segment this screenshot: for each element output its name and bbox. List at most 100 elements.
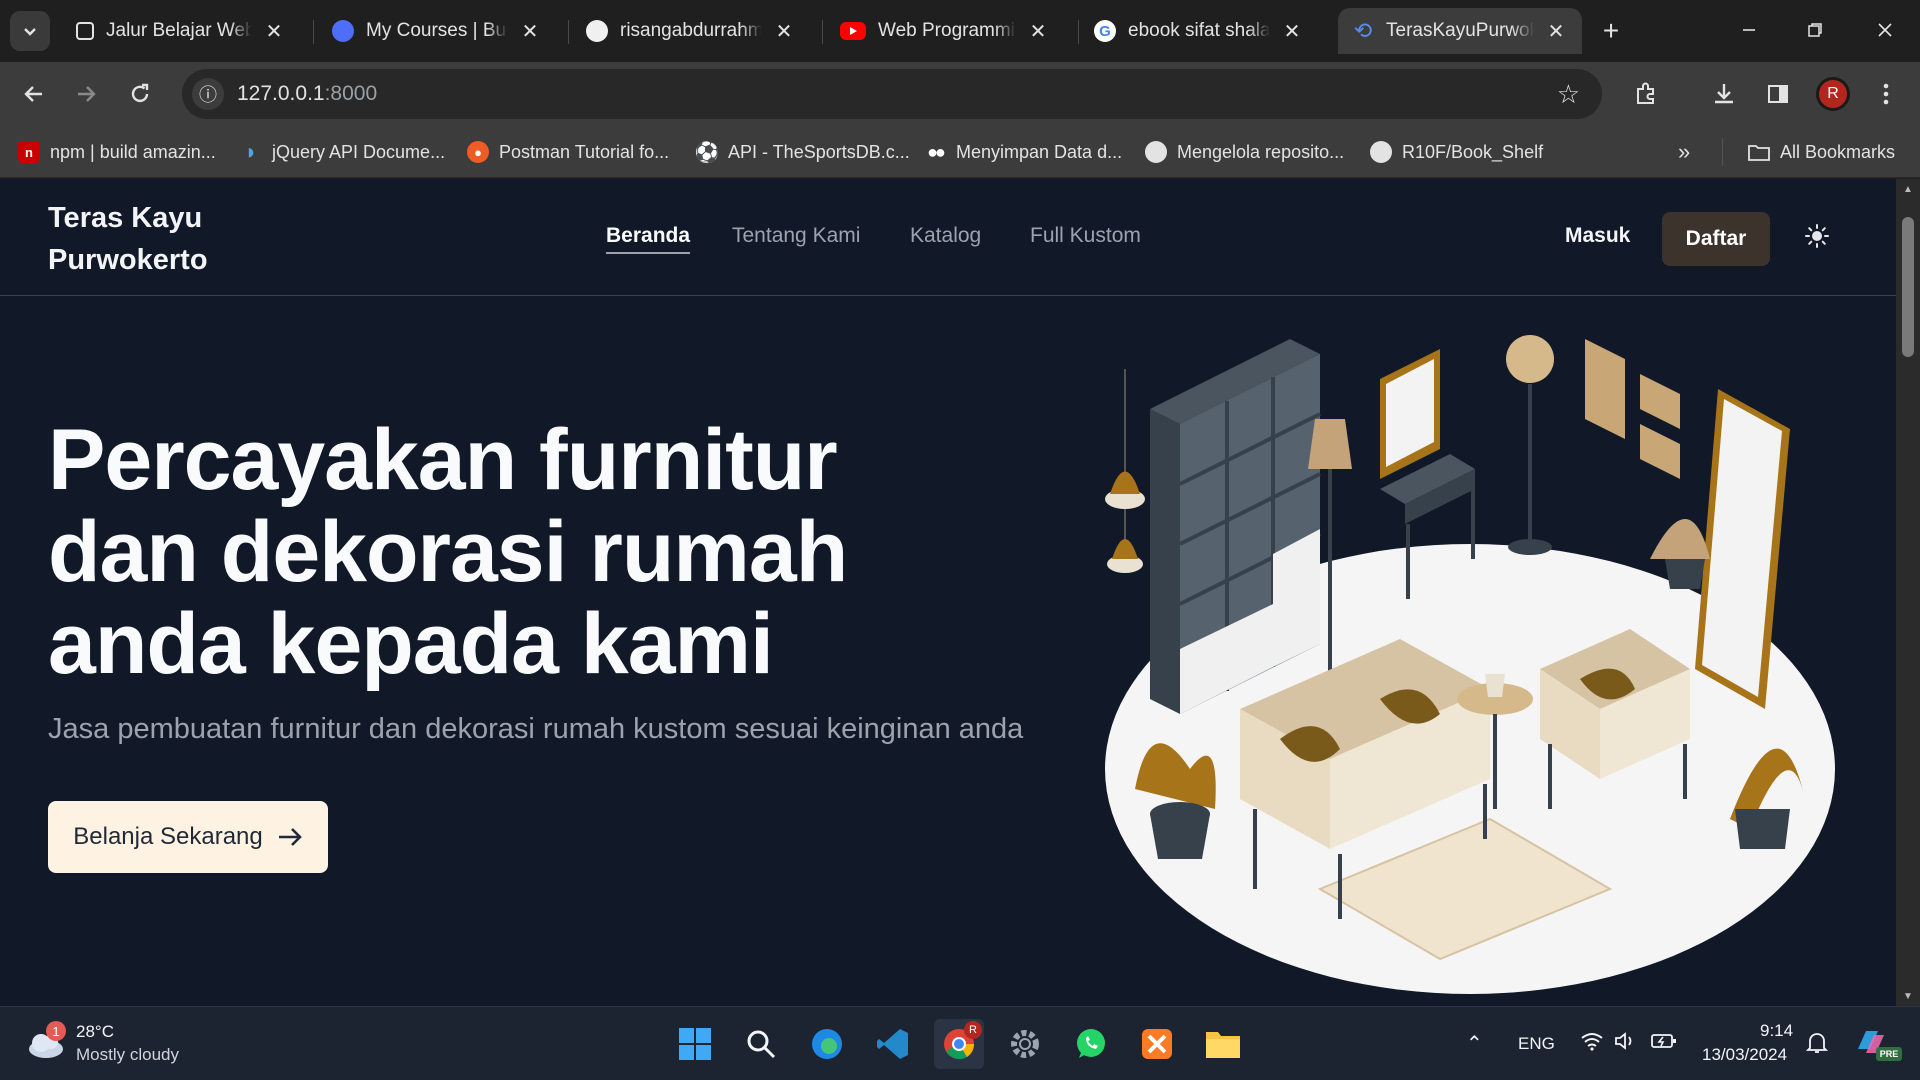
site-info-icon[interactable]: ⓘ bbox=[192, 78, 224, 110]
scroll-up-icon[interactable]: ▲ bbox=[1902, 183, 1914, 195]
npm-icon: n bbox=[18, 141, 40, 163]
medium-icon: ●● bbox=[927, 141, 946, 162]
url-text[interactable]: 127.0.0.1:8000 bbox=[237, 82, 377, 106]
tab-jalur-belajar[interactable]: Jalur Belajar Web Ver ✕ bbox=[62, 8, 300, 54]
living-room-illustration bbox=[1105, 335, 1835, 994]
bookmark-label: npm | build amazin... bbox=[50, 141, 216, 162]
settings-gear-icon[interactable] bbox=[1000, 1019, 1050, 1069]
close-icon[interactable]: ✕ bbox=[1280, 19, 1304, 43]
forward-arrow-icon[interactable] bbox=[66, 74, 106, 114]
weather-temperature[interactable]: 28°C bbox=[76, 1022, 114, 1042]
bookmark-label: Postman Tutorial fo... bbox=[499, 141, 670, 162]
battery-charging-icon[interactable] bbox=[1650, 1031, 1678, 1051]
windows-start-icon[interactable] bbox=[670, 1019, 720, 1069]
site-logo[interactable]: Teras Kayu Purwokerto bbox=[48, 197, 248, 281]
tray-overflow-chevron-up-icon[interactable]: ⌃ bbox=[1466, 1031, 1483, 1056]
bookmark-sportsdb[interactable]: ⚽ API - TheSportsDB.c... bbox=[694, 138, 910, 166]
shop-now-button[interactable]: Belanja Sekarang bbox=[48, 801, 328, 873]
edge-browser-icon[interactable] bbox=[802, 1019, 852, 1069]
soccer-ball-icon: ⚽ bbox=[694, 141, 720, 164]
copilot-preview-badge: PRE bbox=[1876, 1047, 1902, 1061]
tab-separator bbox=[568, 20, 569, 44]
close-icon[interactable]: ✕ bbox=[1544, 19, 1568, 43]
github-icon bbox=[586, 20, 608, 42]
tab-title: Web Programming bbox=[878, 20, 1016, 41]
nav-link-katalog[interactable]: Katalog bbox=[910, 224, 981, 248]
file-explorer-folder-icon[interactable] bbox=[1198, 1019, 1248, 1069]
page-scrollbar[interactable]: ▲ ▼ bbox=[1896, 179, 1920, 1006]
scrollbar-thumb[interactable] bbox=[1902, 217, 1914, 357]
volume-icon[interactable] bbox=[1614, 1031, 1638, 1051]
windows-taskbar: 1 28°C Mostly cloudy R ⌃ ENG 9:14 13/03/… bbox=[0, 1006, 1920, 1080]
bookmark-label: jQuery API Docume... bbox=[272, 141, 446, 162]
bookmark-label: API - TheSportsDB.c... bbox=[728, 141, 910, 162]
restore-icon[interactable] bbox=[1790, 10, 1840, 50]
new-tab-icon[interactable]: + bbox=[1596, 15, 1626, 46]
notification-bell-icon[interactable] bbox=[1806, 1031, 1828, 1055]
nav-link-tentang-kami[interactable]: Tentang Kami bbox=[732, 224, 860, 248]
vscode-icon[interactable] bbox=[868, 1019, 918, 1069]
tab-my-courses[interactable]: My Courses | Build ✕ bbox=[318, 8, 556, 54]
all-bookmarks-folder[interactable]: All Bookmarks bbox=[1748, 138, 1895, 166]
more-menu-icon[interactable] bbox=[1866, 74, 1906, 114]
hero-title: Percayakan furnitur dan dekorasi rumah a… bbox=[48, 412, 848, 692]
bookmarks-bar: n npm | build amazin... ◗ jQuery API Doc… bbox=[0, 126, 1920, 178]
tab-google-search[interactable]: G ebook sifat shalat n ✕ bbox=[1080, 8, 1318, 54]
login-button[interactable]: Masuk bbox=[1565, 224, 1630, 248]
side-panel-icon[interactable] bbox=[1758, 74, 1798, 114]
close-icon[interactable]: ✕ bbox=[262, 19, 286, 43]
nav-link-beranda[interactable]: Beranda bbox=[606, 224, 691, 254]
profile-avatar[interactable]: R bbox=[1816, 77, 1850, 111]
download-icon[interactable] bbox=[1704, 74, 1744, 114]
window-close-icon[interactable] bbox=[1860, 10, 1910, 50]
close-icon[interactable]: ✕ bbox=[1026, 19, 1050, 43]
theme-toggle-sun-icon[interactable] bbox=[1800, 219, 1834, 253]
search-icon[interactable] bbox=[736, 1019, 786, 1069]
jquery-icon: ◗ bbox=[244, 139, 258, 164]
url-port: :8000 bbox=[324, 82, 378, 105]
extensions-icon[interactable] bbox=[1626, 74, 1666, 114]
chevron-down-icon bbox=[24, 28, 36, 36]
language-indicator[interactable]: ENG bbox=[1518, 1034, 1555, 1054]
nav-link-full-kustom[interactable]: Full Kustom bbox=[1030, 224, 1141, 248]
youtube-icon bbox=[840, 22, 866, 40]
chrome-profile-badge: R bbox=[964, 1021, 982, 1039]
bookmark-medium[interactable]: ●● Menyimpan Data d... bbox=[924, 138, 1122, 166]
site-navbar: Teras Kayu Purwokerto Beranda Tentang Ka… bbox=[0, 179, 1896, 296]
address-bar[interactable]: ⓘ 127.0.0.1:8000 ☆ bbox=[182, 69, 1602, 119]
browser-toolbar: ⓘ 127.0.0.1:8000 ☆ R bbox=[0, 62, 1920, 126]
bookmark-label: Menyimpan Data d... bbox=[956, 141, 1123, 162]
bookmark-book-shelf[interactable]: R10F/Book_Shelf bbox=[1370, 138, 1543, 166]
close-icon[interactable]: ✕ bbox=[518, 19, 542, 43]
courses-favicon-icon bbox=[332, 20, 354, 42]
tab-separator bbox=[822, 20, 823, 44]
url-host: 127.0.0.1 bbox=[237, 82, 325, 105]
tab-teraskayu[interactable]: ⟲ TerasKayuPurwoke ✕ bbox=[1338, 8, 1582, 54]
google-icon: G bbox=[1094, 20, 1116, 42]
tab-search-button[interactable] bbox=[10, 11, 50, 51]
weather-description[interactable]: Mostly cloudy bbox=[76, 1045, 179, 1065]
folder-icon bbox=[1748, 141, 1770, 163]
bookmark-star-icon[interactable]: ☆ bbox=[1557, 79, 1580, 110]
xampp-icon[interactable] bbox=[1132, 1019, 1182, 1069]
wifi-icon[interactable] bbox=[1580, 1031, 1604, 1051]
whatsapp-icon[interactable] bbox=[1066, 1019, 1116, 1069]
bookmark-github-docs[interactable]: Mengelola reposito... bbox=[1145, 138, 1344, 166]
tab-separator bbox=[1078, 20, 1079, 44]
register-button[interactable]: Daftar bbox=[1662, 212, 1770, 266]
tab-youtube[interactable]: Web Programming ✕ bbox=[826, 8, 1064, 54]
minimize-icon[interactable] bbox=[1724, 10, 1774, 50]
bookmark-postman[interactable]: ● Postman Tutorial fo... bbox=[467, 138, 669, 166]
tab-title: ebook sifat shalat n bbox=[1128, 20, 1270, 41]
close-icon[interactable]: ✕ bbox=[772, 19, 796, 43]
more-bookmarks-icon[interactable]: » bbox=[1678, 138, 1690, 166]
tab-github[interactable]: risangabdurrahman ✕ bbox=[572, 8, 810, 54]
bookmark-npm[interactable]: n npm | build amazin... bbox=[18, 138, 216, 166]
scroll-down-icon[interactable]: ▼ bbox=[1902, 990, 1914, 1002]
clock-date[interactable]: 13/03/2024 bbox=[1702, 1045, 1787, 1065]
clock-time[interactable]: 9:14 bbox=[1760, 1021, 1793, 1041]
back-arrow-icon[interactable] bbox=[14, 74, 54, 114]
reload-icon[interactable] bbox=[120, 74, 160, 114]
weather-notification-badge: 1 bbox=[46, 1021, 66, 1041]
bookmark-jquery[interactable]: ◗ jQuery API Docume... bbox=[240, 138, 445, 166]
